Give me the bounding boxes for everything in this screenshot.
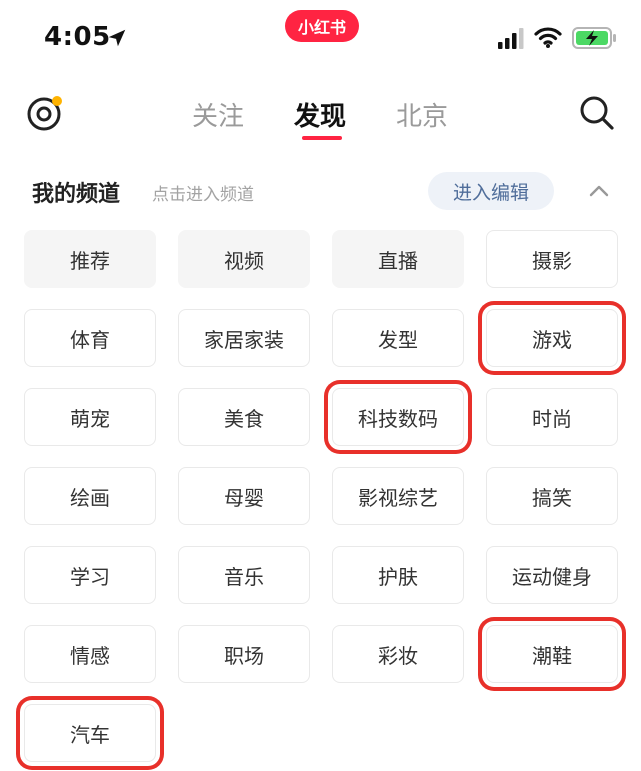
channel-chip[interactable]: 潮鞋 [486, 625, 618, 683]
tab-discover[interactable]: 发现 [294, 96, 346, 133]
status-bar: 4:05 小红书 [0, 0, 641, 80]
battery-charging-icon [572, 27, 616, 49]
enter-edit-button[interactable]: 进入编辑 [428, 172, 554, 210]
channel-chip[interactable]: 游戏 [486, 309, 618, 367]
channel-chip[interactable]: 发型 [332, 309, 464, 367]
channel-chip[interactable]: 视频 [178, 230, 310, 288]
channel-chip[interactable]: 摄影 [486, 230, 618, 288]
location-arrow-icon [108, 29, 126, 47]
channel-chip[interactable]: 母婴 [178, 467, 310, 525]
channel-chip[interactable]: 美食 [178, 388, 310, 446]
cellular-signal-icon [498, 28, 524, 49]
tab-city[interactable]: 北京 [396, 96, 448, 133]
app-badge: 小红书 [285, 10, 359, 42]
channel-chip[interactable]: 影视综艺 [332, 467, 464, 525]
section-title: 我的频道 [32, 182, 121, 207]
channel-chip[interactable]: 家居家装 [178, 309, 310, 367]
channel-chip[interactable]: 体育 [24, 309, 156, 367]
section-hint: 点击进入频道 [152, 185, 254, 205]
search-icon[interactable] [578, 94, 616, 132]
channel-chip[interactable]: 绘画 [24, 467, 156, 525]
channel-chip[interactable]: 汽车 [24, 704, 156, 762]
channel-chip[interactable]: 护肤 [332, 546, 464, 604]
channel-chip[interactable]: 彩妆 [332, 625, 464, 683]
wifi-icon [534, 27, 562, 48]
channel-chip[interactable]: 职场 [178, 625, 310, 683]
channel-grid: 推荐 视频 直播 摄影体育 家居家装 发型 游戏萌宠 美食 科技数码 时尚绘画 母婴 影视综艺 搞笑学习… [24, 230, 624, 762]
camera-dot-icon[interactable] [24, 92, 66, 134]
channel-chip[interactable]: 搞笑 [486, 467, 618, 525]
channel-chip[interactable]: 运动健身 [486, 546, 618, 604]
channel-chip[interactable]: 科技数码 [332, 388, 464, 446]
chevron-up-icon[interactable] [588, 180, 610, 202]
channel-chip[interactable]: 时尚 [486, 388, 618, 446]
channel-chip[interactable]: 推荐 [24, 230, 156, 288]
channel-chip[interactable]: 学习 [24, 546, 156, 604]
channel-chip[interactable]: 音乐 [178, 546, 310, 604]
my-channels-header: 我的频道 点击进入频道 进入编辑 [0, 160, 641, 220]
active-tab-indicator [302, 136, 342, 140]
channel-chip[interactable]: 直播 [332, 230, 464, 288]
channel-chip[interactable]: 萌宠 [24, 388, 156, 446]
status-time: 4:05 [44, 22, 111, 52]
tab-follow[interactable]: 关注 [192, 96, 244, 133]
top-nav: 关注 发现 北京 [0, 80, 641, 150]
channel-chip[interactable]: 情感 [24, 625, 156, 683]
